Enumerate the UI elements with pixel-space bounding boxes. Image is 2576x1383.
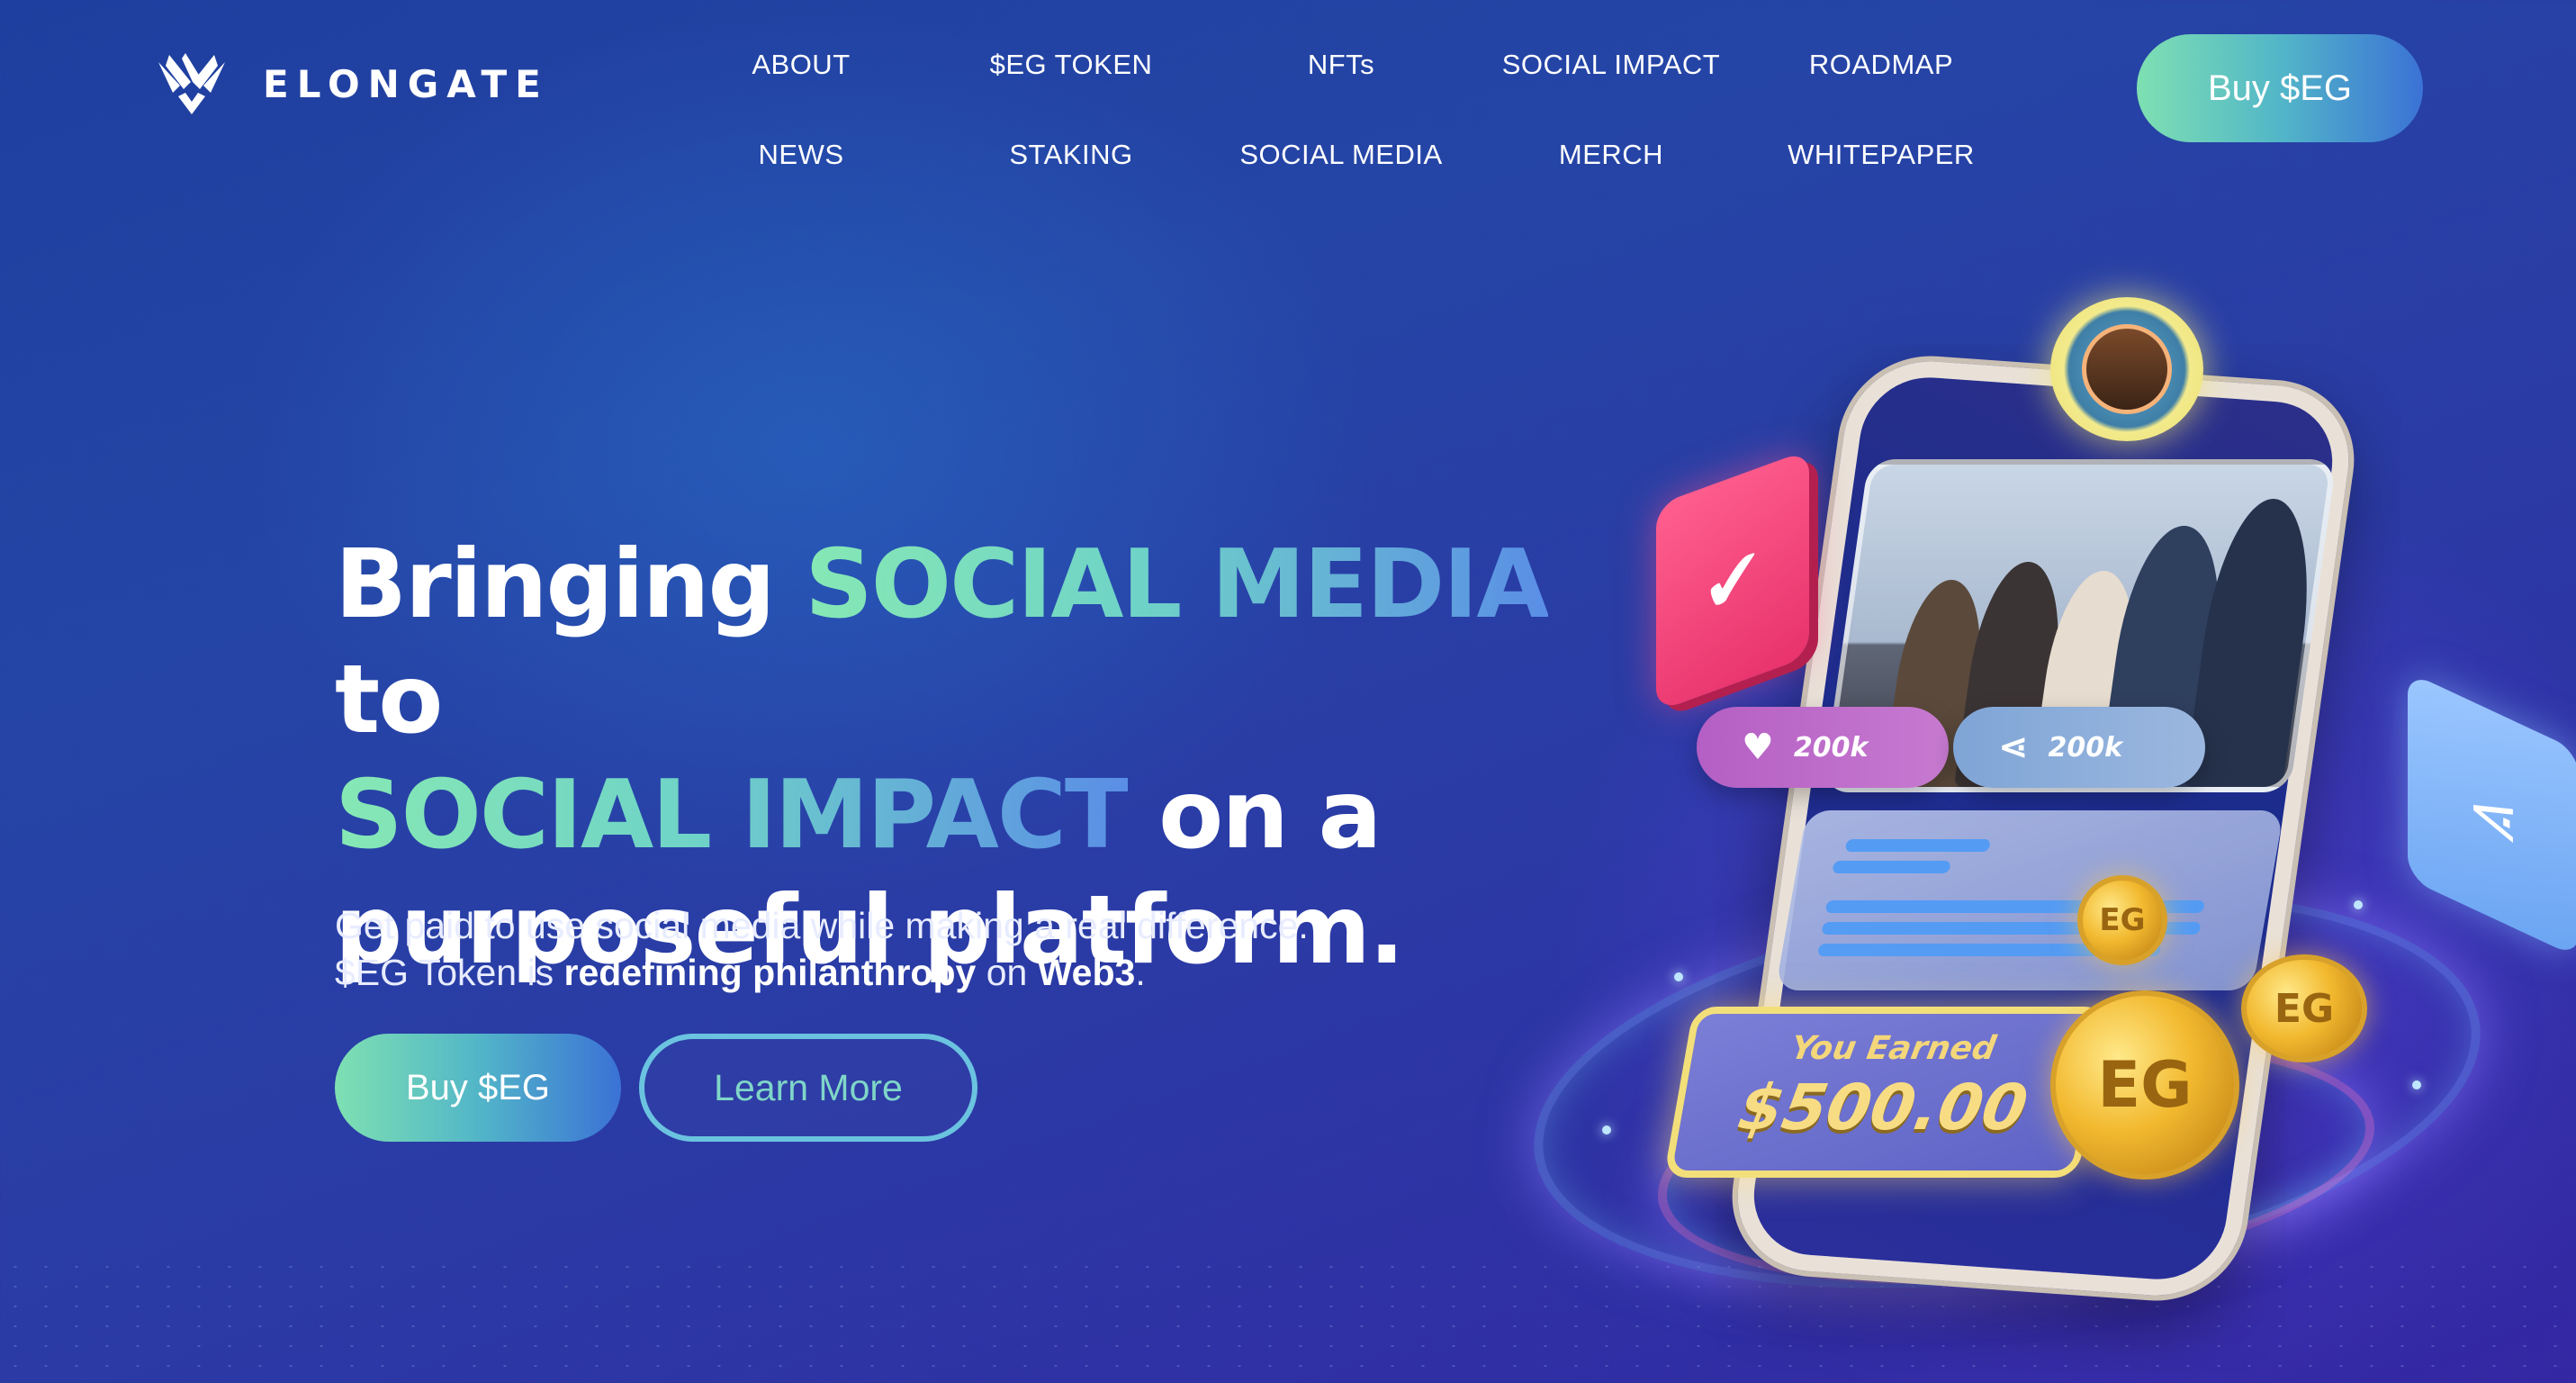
shares-pill: ⋖ 200k bbox=[1953, 707, 2205, 788]
nav-news[interactable]: NEWS bbox=[666, 110, 936, 200]
hero-title-part3: on a bbox=[1127, 760, 1382, 870]
coin-icon: EG bbox=[2241, 954, 2367, 1062]
nav-whitepaper[interactable]: WHITEPAPER bbox=[1746, 110, 2016, 200]
earned-amount: $500.00 bbox=[1733, 1071, 2033, 1144]
nav-social-impact[interactable]: SOCIAL IMPACT bbox=[1476, 20, 1746, 110]
coin-icon: EG bbox=[2050, 990, 2239, 1180]
brand-name: ELONGATE bbox=[263, 61, 549, 106]
nav-nfts[interactable]: NFTs bbox=[1206, 20, 1476, 110]
hero-subtitle-mid: on bbox=[976, 952, 1038, 993]
sparkle-decoration bbox=[2412, 1080, 2421, 1089]
earned-label: You Earned bbox=[1788, 1030, 1999, 1067]
main-navigation: ABOUT $EG TOKEN NFTs SOCIAL IMPACT ROADM… bbox=[666, 20, 1998, 200]
sparkle-decoration bbox=[1602, 1125, 1611, 1134]
share-icon: ⋖ bbox=[2408, 671, 2576, 959]
hero-subtitle-bold-philanthropy: redefining philanthropy bbox=[563, 952, 977, 993]
nav-merch[interactable]: MERCH bbox=[1476, 110, 1746, 200]
nav-about[interactable]: ABOUT bbox=[666, 20, 936, 110]
check-icon: ✔ bbox=[1656, 449, 1809, 712]
sparkle-decoration bbox=[1674, 972, 1683, 981]
hero-title-part1: Bringing bbox=[335, 529, 806, 639]
learn-more-button[interactable]: Learn More bbox=[639, 1034, 977, 1142]
shares-count: 200k bbox=[2048, 731, 2123, 764]
hero-title-accent-social-media: SOCIAL MEDIA bbox=[805, 529, 1549, 639]
nav-eg-token[interactable]: $EG TOKEN bbox=[936, 20, 1206, 110]
hero-title-part2: to bbox=[335, 645, 443, 755]
hero-buy-button[interactable]: Buy $EG bbox=[335, 1034, 621, 1142]
chat-line bbox=[1832, 861, 1951, 873]
hero-title-accent-social-impact: SOCIAL IMPACT bbox=[335, 760, 1130, 870]
hero-subtitle: Get paid to use social media while makin… bbox=[335, 902, 1505, 996]
hero-subtitle-end: . bbox=[1135, 952, 1146, 993]
hero-illustration: ✔ ♥ 200k ⋖ 200k EG You Earned $500.00 EG… bbox=[1494, 270, 2576, 1383]
likes-pill: ♥ 200k bbox=[1697, 707, 1949, 788]
nav-staking[interactable]: STAKING bbox=[936, 110, 1206, 200]
avatar bbox=[2050, 297, 2203, 441]
nav-social-media[interactable]: SOCIAL MEDIA bbox=[1206, 110, 1476, 200]
share-icon: ⋖ bbox=[1998, 727, 2029, 768]
chat-card bbox=[1775, 810, 2284, 990]
hero-subtitle-bold-web3: Web3 bbox=[1037, 952, 1136, 993]
earned-card: You Earned $500.00 bbox=[1663, 1007, 2108, 1178]
hero-subtitle-pre: $EG Token is bbox=[335, 952, 564, 993]
sparkle-decoration bbox=[2354, 900, 2363, 909]
coin-icon: EG bbox=[2077, 875, 2167, 965]
elongate-logo-icon bbox=[158, 53, 225, 114]
chat-line bbox=[1844, 839, 1991, 852]
likes-count: 200k bbox=[1793, 731, 1869, 764]
avatar-face bbox=[2082, 324, 2172, 414]
heart-icon: ♥ bbox=[1742, 727, 1774, 768]
hero-subtitle-line1: Get paid to use social media while makin… bbox=[335, 905, 1309, 946]
header-buy-button[interactable]: Buy $EG bbox=[2137, 34, 2423, 142]
nav-roadmap[interactable]: ROADMAP bbox=[1746, 20, 2016, 110]
brand-logo[interactable]: ELONGATE bbox=[153, 50, 549, 118]
